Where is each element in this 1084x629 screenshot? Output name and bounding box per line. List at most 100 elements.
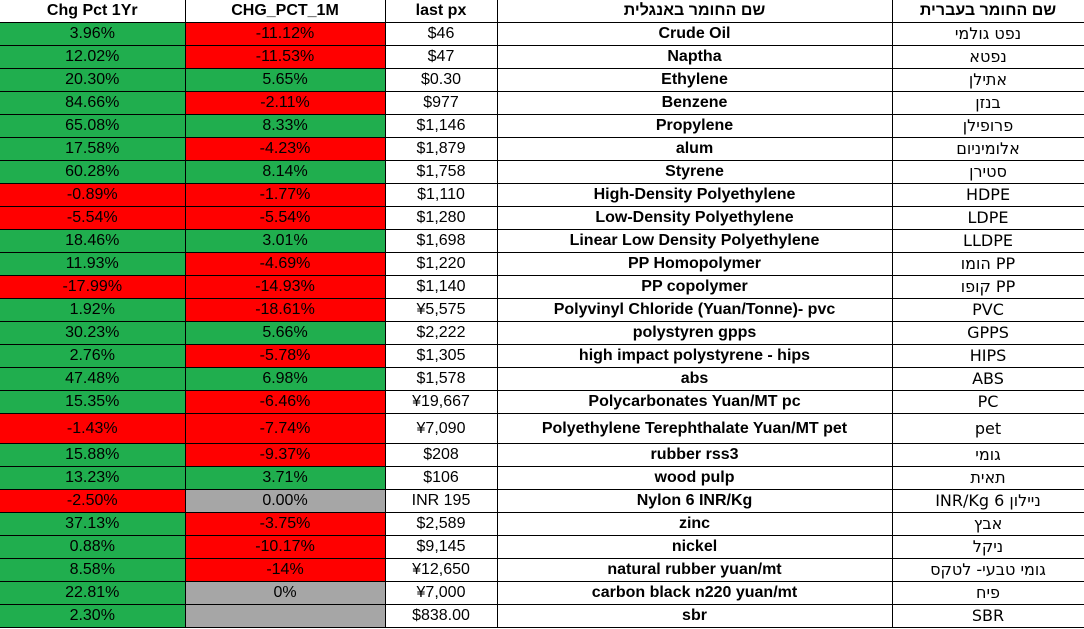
cell-name-english[interactable]: PP Homopolymer [497, 252, 893, 276]
cell-last-px[interactable]: $208 [385, 443, 498, 467]
cell-chg-pct-1m[interactable]: -11.12% [185, 22, 386, 46]
cell-chg-pct-1yr[interactable]: 47.48% [0, 367, 186, 391]
cell-chg-pct-1yr[interactable]: 15.88% [0, 443, 186, 467]
cell-name-hebrew[interactable]: בנזן [892, 91, 1084, 115]
cell-chg-pct-1yr[interactable]: 2.76% [0, 344, 186, 368]
cell-chg-pct-1yr[interactable]: -2.50% [0, 489, 186, 513]
cell-chg-pct-1yr[interactable]: 1.92% [0, 298, 186, 322]
cell-name-hebrew[interactable]: נפטא [892, 45, 1084, 69]
cell-chg-pct-1yr[interactable]: 22.81% [0, 581, 186, 605]
cell-last-px[interactable]: $9,145 [385, 535, 498, 559]
cell-name-hebrew[interactable]: PP הומו [892, 252, 1084, 276]
cell-chg-pct-1m[interactable]: -9.37% [185, 443, 386, 467]
cell-name-english[interactable]: abs [497, 367, 893, 391]
cell-name-hebrew[interactable]: PP קופו [892, 275, 1084, 299]
cell-name-english[interactable]: high impact polystyrene - hips [497, 344, 893, 368]
cell-chg-pct-1m[interactable]: -7.74% [185, 413, 386, 444]
cell-last-px[interactable]: $1,758 [385, 160, 498, 184]
cell-name-hebrew[interactable]: פיח [892, 581, 1084, 605]
cell-last-px[interactable]: $1,110 [385, 183, 498, 207]
cell-chg-pct-1m[interactable]: 3.01% [185, 229, 386, 253]
cell-name-hebrew[interactable]: פרופילן [892, 114, 1084, 138]
cell-last-px[interactable]: ¥5,575 [385, 298, 498, 322]
cell-chg-pct-1yr[interactable]: 8.58% [0, 558, 186, 582]
cell-name-english[interactable]: PP copolymer [497, 275, 893, 299]
cell-name-hebrew[interactable]: אלומיניום [892, 137, 1084, 161]
cell-last-px[interactable]: INR 195 [385, 489, 498, 513]
cell-chg-pct-1yr[interactable]: 15.35% [0, 390, 186, 414]
cell-chg-pct-1m[interactable]: -4.69% [185, 252, 386, 276]
cell-chg-pct-1yr[interactable]: 11.93% [0, 252, 186, 276]
cell-name-english[interactable]: nickel [497, 535, 893, 559]
cell-name-english[interactable]: Low-Density Polyethylene [497, 206, 893, 230]
cell-last-px[interactable]: $1,280 [385, 206, 498, 230]
cell-name-hebrew[interactable]: HDPE [892, 183, 1084, 207]
header-chg-pct-1m[interactable]: CHG_PCT_1M [185, 0, 386, 23]
cell-name-hebrew[interactable]: ניקל [892, 535, 1084, 559]
cell-chg-pct-1yr[interactable]: 3.96% [0, 22, 186, 46]
cell-chg-pct-1m[interactable]: 5.66% [185, 321, 386, 345]
cell-name-hebrew[interactable]: גומי [892, 443, 1084, 467]
header-name-hebrew[interactable]: שם החומר בעברית [892, 0, 1084, 23]
cell-chg-pct-1yr[interactable]: 20.30% [0, 68, 186, 92]
cell-last-px[interactable]: ¥7,090 [385, 413, 498, 444]
cell-chg-pct-1m[interactable]: -14.93% [185, 275, 386, 299]
cell-name-english[interactable]: Benzene [497, 91, 893, 115]
cell-name-hebrew[interactable]: תאית [892, 466, 1084, 490]
cell-chg-pct-1yr[interactable]: 12.02% [0, 45, 186, 69]
cell-last-px[interactable]: $2,222 [385, 321, 498, 345]
cell-chg-pct-1m[interactable]: -4.23% [185, 137, 386, 161]
cell-last-px[interactable]: ¥19,667 [385, 390, 498, 414]
cell-last-px[interactable]: $1,220 [385, 252, 498, 276]
cell-last-px[interactable]: $2,589 [385, 512, 498, 536]
cell-name-english[interactable]: natural rubber yuan/mt [497, 558, 893, 582]
cell-chg-pct-1m[interactable]: 8.14% [185, 160, 386, 184]
cell-chg-pct-1m[interactable]: 0% [185, 581, 386, 605]
cell-name-hebrew[interactable]: HIPS [892, 344, 1084, 368]
cell-chg-pct-1m[interactable]: 6.98% [185, 367, 386, 391]
cell-chg-pct-1yr[interactable]: -0.89% [0, 183, 186, 207]
cell-last-px[interactable]: $1,146 [385, 114, 498, 138]
cell-last-px[interactable]: $1,879 [385, 137, 498, 161]
cell-name-hebrew[interactable]: SBR [892, 604, 1084, 628]
cell-last-px[interactable]: $1,140 [385, 275, 498, 299]
cell-name-hebrew[interactable]: LLDPE [892, 229, 1084, 253]
cell-chg-pct-1yr[interactable]: -1.43% [0, 413, 186, 444]
cell-name-hebrew[interactable]: ניילון 6 INR/Kg [892, 489, 1084, 513]
cell-chg-pct-1m[interactable]: -5.78% [185, 344, 386, 368]
cell-name-english[interactable]: sbr [497, 604, 893, 628]
cell-chg-pct-1m[interactable]: -1.77% [185, 183, 386, 207]
cell-chg-pct-1m[interactable] [185, 604, 386, 628]
cell-name-english[interactable]: zinc [497, 512, 893, 536]
cell-last-px[interactable]: $0.30 [385, 68, 498, 92]
cell-name-english[interactable]: Linear Low Density Polyethylene [497, 229, 893, 253]
cell-name-hebrew[interactable]: PC [892, 390, 1084, 414]
header-chg-pct-1yr[interactable]: Chg Pct 1Yr [0, 0, 186, 23]
cell-name-english[interactable]: Polycarbonates Yuan/MT pc [497, 390, 893, 414]
cell-name-english[interactable]: Propylene [497, 114, 893, 138]
cell-name-hebrew[interactable]: PVC [892, 298, 1084, 322]
cell-name-hebrew[interactable]: pet [892, 413, 1084, 444]
cell-chg-pct-1m[interactable]: -2.11% [185, 91, 386, 115]
cell-last-px[interactable]: $977 [385, 91, 498, 115]
cell-last-px[interactable]: $1,698 [385, 229, 498, 253]
cell-chg-pct-1yr[interactable]: 2.30% [0, 604, 186, 628]
cell-name-english[interactable]: carbon black n220 yuan/mt [497, 581, 893, 605]
cell-name-english[interactable]: rubber rss3 [497, 443, 893, 467]
cell-last-px[interactable]: $46 [385, 22, 498, 46]
cell-name-english[interactable]: alum [497, 137, 893, 161]
cell-name-english[interactable]: Naptha [497, 45, 893, 69]
cell-name-english[interactable]: Styrene [497, 160, 893, 184]
header-last-px[interactable]: last px [385, 0, 498, 23]
cell-chg-pct-1yr[interactable]: 60.28% [0, 160, 186, 184]
cell-chg-pct-1m[interactable]: 0.00% [185, 489, 386, 513]
cell-name-english[interactable]: Crude Oil [497, 22, 893, 46]
cell-chg-pct-1yr[interactable]: 0.88% [0, 535, 186, 559]
cell-chg-pct-1yr[interactable]: 13.23% [0, 466, 186, 490]
cell-name-hebrew[interactable]: LDPE [892, 206, 1084, 230]
cell-last-px[interactable]: $838.00 [385, 604, 498, 628]
cell-last-px[interactable]: ¥7,000 [385, 581, 498, 605]
cell-chg-pct-1m[interactable]: -14% [185, 558, 386, 582]
cell-chg-pct-1m[interactable]: -5.54% [185, 206, 386, 230]
cell-name-english[interactable]: High-Density Polyethylene [497, 183, 893, 207]
